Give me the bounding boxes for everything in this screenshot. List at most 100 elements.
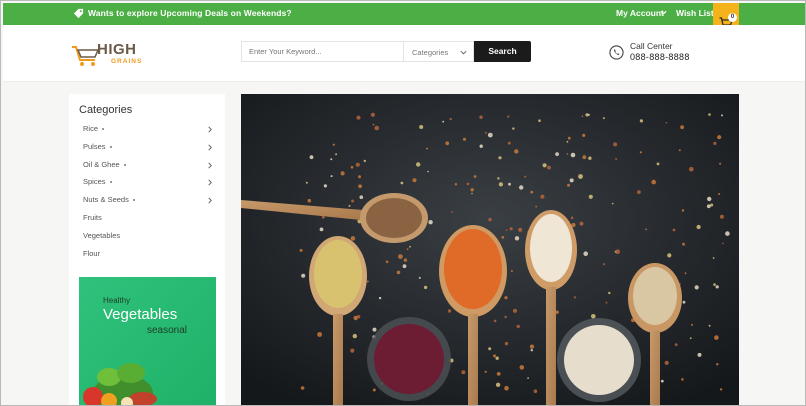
search-button[interactable]: Search — [474, 41, 531, 62]
chevron-down-icon — [660, 10, 667, 15]
grain-speck — [573, 296, 576, 299]
bullet-dot-icon — [109, 145, 112, 148]
grain-speck — [566, 153, 569, 155]
grain-speck — [299, 248, 303, 252]
my-account-link[interactable]: My Account — [616, 8, 664, 18]
sidebar-item-label: Vegetables — [83, 230, 121, 240]
call-center-number[interactable]: 088-888-8888 — [630, 52, 690, 62]
grain-speck — [372, 388, 376, 392]
grain-speck — [372, 123, 375, 126]
grain-speck — [542, 163, 547, 168]
grain-speck — [512, 127, 515, 130]
sidebar-item-oil-ghee[interactable]: Oil & Ghee — [83, 160, 213, 174]
sidebar-item-fruits[interactable]: Fruits — [83, 213, 213, 227]
sidebar-item-spices[interactable]: Spices — [83, 177, 213, 191]
browser-frame: Wants to explore Upcoming Deals on Weeke… — [0, 0, 806, 406]
grain-speck — [496, 372, 501, 376]
grain-speck — [615, 157, 618, 160]
grain-speck — [567, 136, 571, 140]
top-bar: Wants to explore Upcoming Deals on Weeke… — [3, 3, 805, 25]
grain-speck — [611, 202, 614, 205]
grain-speck — [583, 251, 588, 256]
grain-speck — [512, 308, 518, 313]
grain-speck — [508, 182, 511, 186]
promo-text[interactable]: Wants to explore Upcoming Deals on Weeke… — [88, 8, 292, 18]
vegetables-promo-banner[interactable]: Healthy Vegetables seasonal — [79, 277, 216, 405]
grain-speck — [678, 149, 681, 152]
grain-speck — [524, 175, 527, 178]
promo-line-2: Vegetables — [103, 306, 178, 323]
grain-speck — [330, 175, 333, 178]
grain-speck — [484, 131, 487, 134]
grain-speck — [530, 190, 534, 194]
grain-speck — [665, 121, 668, 124]
grain-speck — [451, 211, 454, 213]
grain-speck — [708, 113, 711, 116]
grain-speck — [427, 170, 429, 173]
grain-speck — [428, 220, 433, 225]
promo-line-1: Healthy — [103, 296, 131, 305]
grain-speck — [719, 214, 724, 219]
grain-speck — [350, 236, 356, 241]
grain-speck — [504, 296, 508, 300]
sidebar-item-nuts-seeds[interactable]: Nuts & Seeds — [83, 195, 213, 209]
call-center-label: Call Center — [630, 41, 673, 51]
grain-speck — [722, 242, 724, 245]
search-input[interactable] — [241, 41, 403, 62]
grain-speck — [400, 181, 404, 185]
grain-speck — [672, 228, 676, 232]
sidebar-item-vegetables[interactable]: Vegetables — [83, 231, 213, 245]
grain-speck — [706, 204, 711, 209]
sidebar-title: Categories — [79, 104, 133, 116]
grain-speck — [681, 209, 685, 212]
grain-speck — [300, 386, 305, 390]
bullet-dot-icon — [132, 199, 135, 202]
grain-speck — [378, 296, 382, 300]
grain-speck — [538, 119, 541, 122]
grain-speck — [694, 285, 699, 290]
grain-speck — [419, 125, 424, 129]
grain-speck — [519, 365, 525, 370]
grain-speck — [426, 147, 428, 150]
grain-speck — [355, 162, 360, 167]
category-select-label: Categories — [412, 48, 449, 57]
grain-speck — [340, 171, 345, 176]
grain-speck — [454, 183, 458, 186]
wishlist-link[interactable]: Wish List — [676, 8, 714, 18]
grain-speck — [350, 165, 354, 169]
grain-speck — [416, 162, 421, 167]
grain-speck — [682, 242, 685, 246]
grain-speck — [579, 221, 584, 226]
hero-banner-image[interactable] — [241, 94, 739, 405]
grain-speck — [370, 112, 375, 117]
grain-speck — [501, 236, 505, 239]
grain-speck — [725, 231, 730, 236]
grain-speck — [497, 177, 500, 180]
grain-speck — [691, 323, 693, 326]
grain-speck — [356, 315, 361, 319]
grain-speck — [348, 204, 351, 207]
category-select[interactable]: Categories — [403, 41, 474, 62]
grain-speck — [409, 245, 411, 248]
chevron-right-icon — [208, 144, 212, 151]
grain-speck — [639, 151, 642, 154]
grain-speck — [533, 389, 538, 394]
sidebar-item-pulses[interactable]: Pulses — [83, 142, 213, 156]
grain-speck — [479, 144, 483, 148]
grain-speck — [498, 156, 502, 160]
grain-speck — [715, 285, 719, 289]
logo[interactable]: HIGH GRAINS — [71, 38, 151, 68]
grain-speck — [529, 344, 535, 349]
sidebar-item-rice[interactable]: Rice — [83, 124, 213, 138]
grain-speck — [350, 348, 355, 353]
grain-speck — [335, 153, 338, 156]
sidebar-item-flour[interactable]: Flour — [83, 249, 213, 263]
grain-speck — [602, 117, 605, 120]
sidebar-item-label: Flour — [83, 248, 101, 258]
grain-speck — [449, 117, 452, 121]
grain-speck — [307, 198, 312, 203]
grain-speck — [403, 258, 408, 262]
grain-speck — [505, 229, 508, 231]
grain-speck — [374, 125, 380, 131]
grain-speck — [613, 142, 618, 147]
